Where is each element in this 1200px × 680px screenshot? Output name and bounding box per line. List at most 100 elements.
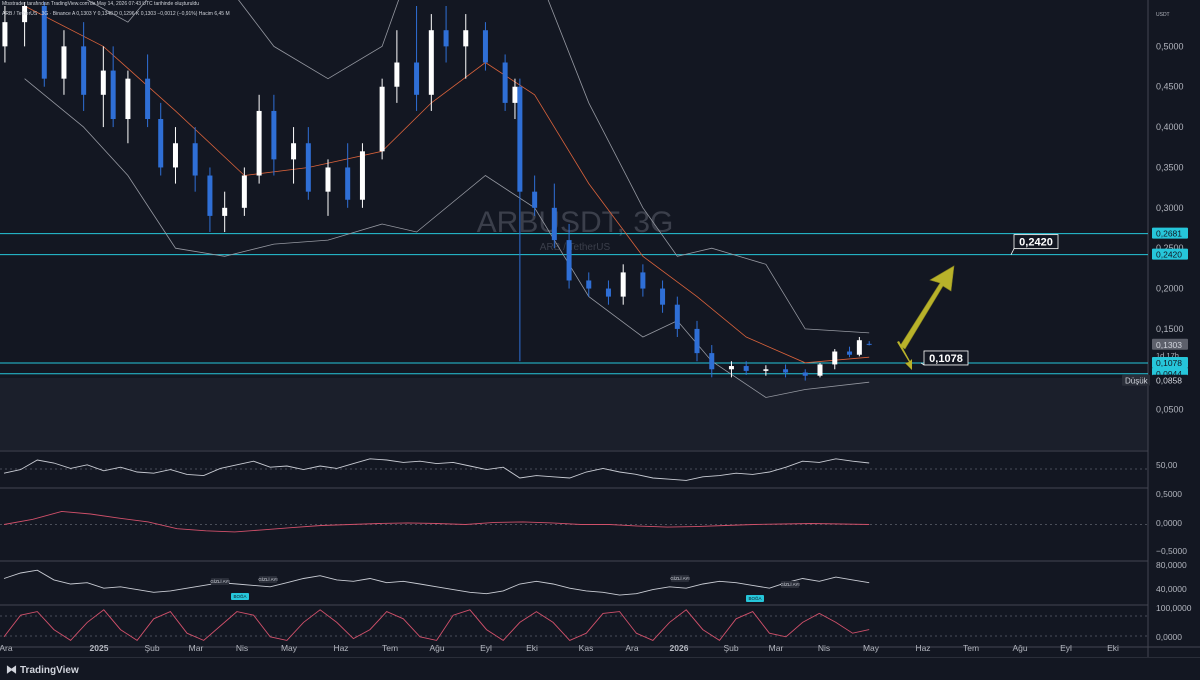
candle-body-46 <box>783 369 789 373</box>
candle-body-40 <box>674 304 680 329</box>
divergence-tag-1: GİZLİ AYI <box>258 576 277 582</box>
time-label-5: May <box>281 643 298 653</box>
candle-body-52 <box>866 343 872 345</box>
callout-label-1: 0,1078 <box>929 353 963 365</box>
candle-body-6 <box>110 70 116 120</box>
candle-body-0 <box>2 22 8 47</box>
candle-body-8 <box>145 78 151 120</box>
divergence-tag-3: GİZLİ AYI <box>670 575 689 581</box>
panel-macd-label-2: −0,5000 <box>1156 546 1187 556</box>
time-label-10: Eki <box>526 643 538 653</box>
trading-chart[interactable]: ARBUSDT, 3G ARB / TetherUS GİZLİ AYI GİZL… <box>0 0 1200 680</box>
time-label-16: Nis <box>818 643 830 653</box>
divergence-tag-4: GİZLİ AYI <box>780 581 799 587</box>
candle-body-25 <box>428 30 434 95</box>
time-label-9: Eyl <box>480 643 492 653</box>
panel-rsi-divergence-label-1: 40,0000 <box>1156 584 1187 594</box>
candle-body-20 <box>345 167 351 200</box>
time-label-20: Ağu <box>1012 643 1027 653</box>
candle-body-5 <box>100 70 106 95</box>
candle-body-49 <box>832 351 838 365</box>
time-label-22: Eki <box>1107 643 1119 653</box>
price-tick-1: 0,4500 <box>1156 82 1184 92</box>
candle-body-47 <box>802 372 808 376</box>
time-label-3: Mar <box>189 643 204 653</box>
time-label-4: Nis <box>236 643 248 653</box>
price-tick-4: 0,3000 <box>1156 203 1184 213</box>
panel-macd-label-0: 0,5000 <box>1156 489 1182 499</box>
candle-body-41 <box>694 328 700 354</box>
candle-body-22 <box>379 86 385 152</box>
candle-body-30 <box>512 86 518 103</box>
candle-body-34 <box>566 240 572 281</box>
price-tick-8: 0,0500 <box>1156 405 1184 415</box>
candle-body-42 <box>709 353 715 370</box>
lower-price-zone <box>0 378 1148 450</box>
candle-body-48 <box>817 364 823 376</box>
time-label-21: Eyl <box>1060 643 1072 653</box>
price-tick-2: 0,4000 <box>1156 122 1184 132</box>
candle-body-36 <box>605 288 611 297</box>
tradingview-logo-icon: ⧓ <box>6 664 17 676</box>
price-tick-0: 0,5000 <box>1156 41 1184 51</box>
candle-body-11 <box>192 143 198 176</box>
time-label-12: Ara <box>625 643 639 653</box>
panel-rsi-label-0: 50,00 <box>1156 460 1178 470</box>
candle-body-43 <box>728 366 734 370</box>
tradingview-brand: ⧓ TradingView <box>6 663 79 676</box>
price-tick-7: 0,1500 <box>1156 324 1184 334</box>
candle-body-12 <box>207 175 213 216</box>
price-badge-5: 0,0858 <box>1156 376 1182 386</box>
footer-bar: ⧓ TradingView <box>0 657 1200 680</box>
candle-body-23 <box>394 62 400 87</box>
candle-body-51 <box>856 340 862 355</box>
price-badge-2: 0,1303 <box>1156 340 1182 350</box>
candle-body-3 <box>61 46 67 79</box>
price-badge-1: 0,2420 <box>1156 250 1182 260</box>
candle-body-9 <box>158 119 164 168</box>
candle-body-37 <box>620 272 626 297</box>
time-label-2: Şub <box>144 643 159 653</box>
watermark-name: ARB / TetherUS <box>540 242 611 253</box>
candle-body-35 <box>586 280 592 289</box>
price-badge-3: 0,1078 <box>1156 358 1182 368</box>
price-tick-3: 0,3500 <box>1156 162 1184 172</box>
candle-body-27 <box>463 30 469 47</box>
candle-body-39 <box>660 288 666 305</box>
currency-label: USDT <box>1156 12 1170 18</box>
candle-body-16 <box>271 110 277 160</box>
panel-macd-label-1: 0,0000 <box>1156 518 1182 528</box>
time-label-14: Şub <box>723 643 738 653</box>
candle-body-29 <box>502 62 508 103</box>
symbol-legend: ARB / TetherUS · 3G · Binance A 0,1303 Y… <box>2 11 230 17</box>
candle-body-15 <box>256 110 262 176</box>
candle-body-45 <box>763 369 769 371</box>
candle-body-18 <box>305 143 311 192</box>
candle-body-10 <box>172 143 178 168</box>
candle-body-17 <box>291 143 297 160</box>
divergence-tag-5: BOĞA <box>748 595 761 601</box>
candle-body-21 <box>359 151 365 200</box>
time-label-18: Haz <box>915 643 930 653</box>
candle-body-24 <box>414 62 420 95</box>
price-badge-tag-5: Düşük <box>1125 377 1149 386</box>
divergence-tag-0: GİZLİ AYI <box>210 578 229 584</box>
brand-name: TradingView <box>20 665 79 676</box>
time-label-19: Tem <box>963 643 979 653</box>
candle-body-38 <box>640 272 646 289</box>
candle-body-26 <box>443 30 449 47</box>
time-label-17: May <box>863 643 880 653</box>
time-label-13: 2026 <box>670 643 689 653</box>
time-label-15: Mar <box>769 643 784 653</box>
time-label-0: Ara <box>0 643 13 653</box>
candle-body-32 <box>532 191 538 208</box>
time-label-8: Ağu <box>429 643 444 653</box>
price-badge-0: 0,2681 <box>1156 229 1182 239</box>
candle-body-44 <box>743 366 749 371</box>
candle-body-14 <box>241 175 247 208</box>
time-label-11: Kas <box>579 643 594 653</box>
panel-stoch-label-1: 0,0000 <box>1156 632 1182 642</box>
candle-body-7 <box>125 78 131 120</box>
chart-background <box>0 0 1200 680</box>
candle-body-19 <box>325 167 331 192</box>
